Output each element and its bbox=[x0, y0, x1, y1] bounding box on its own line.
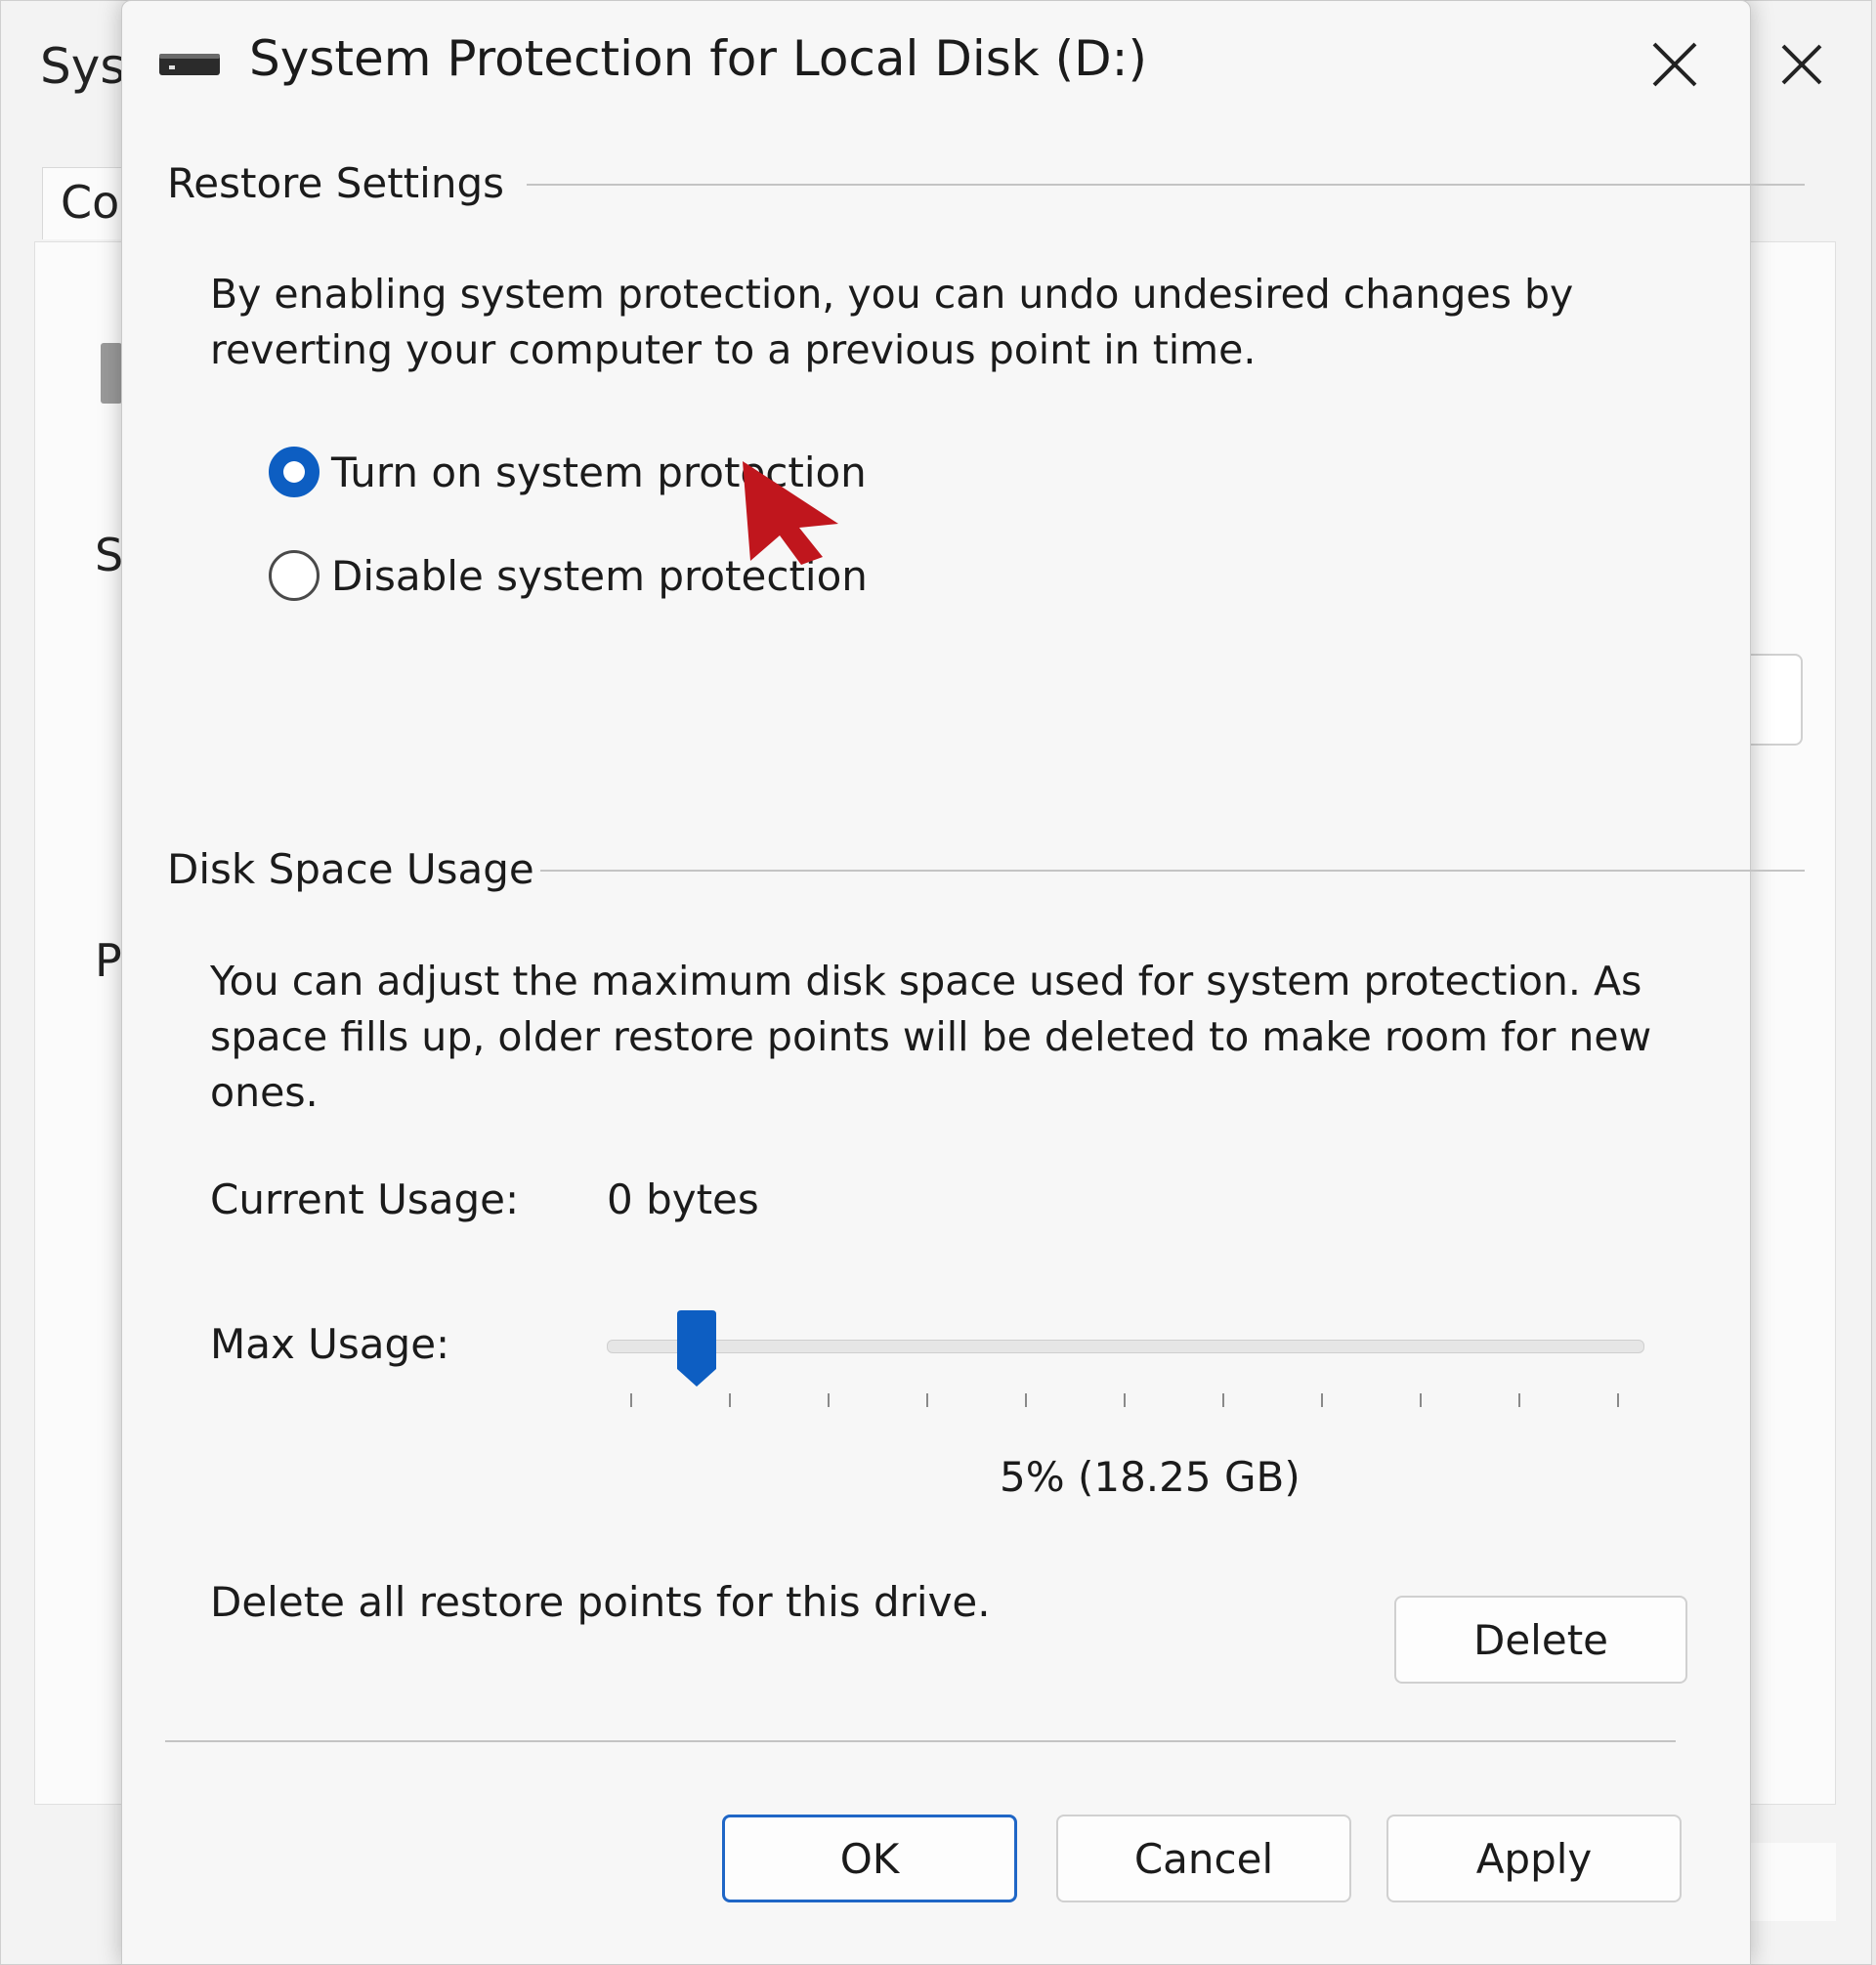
slider-tick bbox=[926, 1393, 928, 1407]
background-tab-label: Co bbox=[61, 176, 120, 229]
slider-tick bbox=[1025, 1393, 1027, 1407]
disk-space-description: You can adjust the maximum disk space us… bbox=[210, 958, 1652, 1116]
cancel-button[interactable]: Cancel bbox=[1056, 1815, 1351, 1902]
restore-settings-description: By enabling system protection, you can u… bbox=[210, 271, 1574, 373]
slider-tick bbox=[828, 1393, 830, 1407]
slider-tick bbox=[1617, 1393, 1619, 1407]
slider-tick bbox=[729, 1393, 731, 1407]
background-letter-s: S bbox=[95, 529, 124, 581]
max-usage-slider-thumb[interactable] bbox=[673, 1308, 720, 1388]
current-usage-label: Current Usage: bbox=[210, 1175, 520, 1223]
title-bar[interactable]: System Protection for Local Disk (D:) bbox=[122, 1, 1750, 128]
background-drive-icon bbox=[101, 343, 122, 404]
disk-space-label: Disk Space Usage bbox=[167, 845, 534, 893]
current-usage-value: 0 bytes bbox=[607, 1175, 759, 1223]
drive-icon bbox=[159, 54, 220, 75]
restore-settings-line bbox=[527, 184, 1805, 186]
background-letter-p: P bbox=[95, 934, 122, 987]
radio-button-disable[interactable] bbox=[269, 550, 320, 601]
system-protection-dialog: System Protection for Local Disk (D:) Re… bbox=[121, 0, 1805, 1965]
slider-tick bbox=[1124, 1393, 1126, 1407]
max-usage-value: 5% (18.25 GB) bbox=[1000, 1453, 1300, 1501]
background-panel-strip bbox=[1750, 1843, 1836, 1921]
radio-button-turn-on[interactable] bbox=[269, 447, 320, 497]
delete-button[interactable]: Delete bbox=[1394, 1596, 1687, 1684]
close-icon[interactable] bbox=[1642, 32, 1707, 97]
disk-space-line bbox=[540, 870, 1805, 872]
dialog-title: System Protection for Local Disk (D:) bbox=[249, 30, 1147, 87]
max-usage-slider-track[interactable] bbox=[607, 1340, 1644, 1353]
background-close-icon[interactable] bbox=[1777, 40, 1826, 89]
footer-divider bbox=[165, 1740, 1676, 1742]
apply-button[interactable]: Apply bbox=[1386, 1815, 1682, 1902]
delete-description: Delete all restore points for this drive… bbox=[210, 1578, 991, 1626]
restore-settings-label: Restore Settings bbox=[167, 159, 504, 207]
slider-tick bbox=[1518, 1393, 1520, 1407]
max-usage-label: Max Usage: bbox=[210, 1320, 450, 1368]
slider-tick bbox=[1222, 1393, 1224, 1407]
slider-tick bbox=[630, 1393, 632, 1407]
slider-tick bbox=[1420, 1393, 1422, 1407]
mouse-pointer-icon bbox=[743, 461, 838, 565]
slider-tick bbox=[1321, 1393, 1323, 1407]
background-button[interactable] bbox=[1750, 654, 1803, 746]
ok-button[interactable]: OK bbox=[722, 1815, 1017, 1902]
